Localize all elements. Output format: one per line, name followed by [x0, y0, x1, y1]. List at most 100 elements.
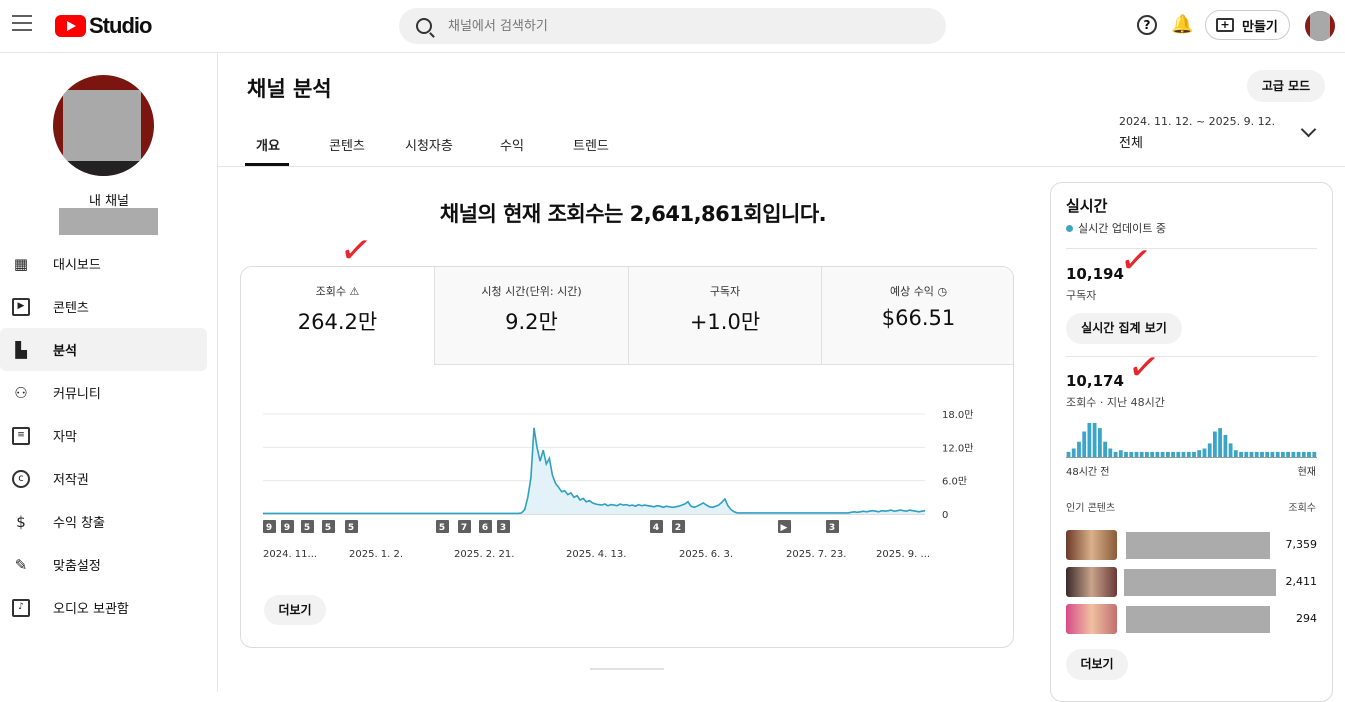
metric-revenue[interactable]: 예상 수익 ◷ $66.51 — [821, 267, 1013, 365]
video-publish-marker[interactable]: 7 — [458, 520, 471, 533]
search-input[interactable] — [448, 18, 848, 34]
video-thumbnail — [1066, 567, 1117, 597]
create-button[interactable]: + 만들기 — [1205, 10, 1290, 40]
video-publish-marker[interactable]: 3 — [497, 520, 510, 533]
channel-avatar[interactable] — [53, 75, 154, 176]
sidebar-item-content[interactable]: ▶ 콘텐츠 — [0, 285, 207, 328]
content-icon: ▶ — [12, 297, 30, 316]
metric-value: $66.51 — [881, 306, 956, 330]
svg-text:▶: ▶ — [781, 523, 788, 533]
realtime-bar — [1260, 451, 1264, 457]
notifications-bell-icon[interactable]: 🔔 — [1171, 14, 1193, 36]
video-publish-marker[interactable]: 9 — [281, 520, 294, 533]
svg-text:7: 7 — [461, 523, 467, 533]
sidebar-item-label: 맞춤설정 — [53, 559, 101, 574]
top-content-row[interactable]: 7,359 — [1066, 530, 1317, 560]
checkmark-annotation: ✓ — [337, 225, 375, 275]
tab-revenue[interactable]: 수익 — [500, 135, 524, 154]
account-avatar[interactable] — [1305, 11, 1335, 41]
realtime-bar — [1228, 443, 1233, 457]
svg-text:4: 4 — [653, 523, 659, 533]
help-icon[interactable]: ? — [1137, 15, 1157, 35]
sidebar-item-monetization[interactable]: $ 수익 창출 — [0, 500, 207, 543]
sidebar-item-label: 분석 — [53, 344, 77, 359]
create-label: 만들기 — [1242, 19, 1278, 35]
views-chart[interactable]: 18.0만 12.0만 6.0만 0 9 9 5 5 5 5 7 6 3 4 2 ▶ 3 2024. 11... 2… — [241, 402, 1013, 572]
sidebar-item-copyright[interactable]: c 저작권 — [0, 457, 207, 500]
realtime-bar — [1254, 451, 1259, 457]
realtime-48h-bar-chart[interactable] — [1066, 419, 1317, 459]
metric-value: +1.0만 — [689, 310, 761, 334]
top-content-row[interactable]: 294 — [1066, 604, 1317, 634]
metric-watch-time[interactable]: 시청 시간(단위: 시간) 9.2만 — [434, 267, 628, 365]
realtime-bar — [1118, 450, 1123, 457]
sidebar: 내 채널 ▦ 대시보드 ▶ 콘텐츠 ▙ 분석 ⚇ 커뮤니티 ≡ 자막 c 저작권… — [0, 53, 218, 692]
realtime-bar — [1071, 448, 1076, 457]
metric-label: 조회수 — [315, 285, 346, 298]
dollar-icon: $ — [16, 512, 26, 531]
tab-overview[interactable]: 개요 — [256, 135, 280, 154]
realtime-bar — [1176, 451, 1181, 457]
audio-library-icon: ♪ — [12, 598, 30, 617]
views-chart-svg: 18.0만 12.0만 6.0만 0 9 9 5 5 5 5 7 6 3 4 2 ▶ 3 2024. 11... 2… — [263, 409, 973, 560]
video-publish-marker[interactable]: 4 — [650, 520, 663, 533]
realtime-live-indicator: 실시간 업데이트 중 — [1066, 220, 1166, 236]
sidebar-item-analytics[interactable]: ▙ 분석 — [0, 328, 207, 371]
realtime-bar — [1129, 451, 1134, 457]
y-tick-label: 12.0만 — [942, 442, 973, 454]
search-bar[interactable] — [399, 8, 946, 44]
video-publish-marker[interactable]: 5 — [301, 520, 314, 533]
youtube-studio-logo[interactable]: Studio — [55, 13, 152, 39]
scroll-indicator — [590, 668, 664, 670]
video-publish-marker[interactable]: 9 — [263, 520, 276, 533]
customization-icon: ✎ — [14, 555, 28, 574]
video-publish-marker[interactable]: 5 — [436, 520, 449, 533]
sidebar-item-community[interactable]: ⚇ 커뮤니티 — [0, 371, 207, 414]
video-publish-marker[interactable]: 3 — [826, 520, 839, 533]
date-range-label[interactable]: 2024. 11. 12. ~ 2025. 9. 12. — [1119, 115, 1275, 128]
x-tick-label: 2025. 7. 23. — [786, 549, 846, 560]
tab-trends[interactable]: 트렌드 — [573, 135, 609, 154]
realtime-bar — [1113, 451, 1118, 457]
tab-content[interactable]: 콘텐츠 — [329, 135, 365, 154]
video-publish-marker[interactable]: 5 — [322, 520, 335, 533]
realtime-bar — [1186, 451, 1191, 457]
sidebar-item-audio-library[interactable]: ♪ 오디오 보관함 — [0, 586, 207, 629]
top-content-row[interactable]: 2,411 — [1066, 567, 1317, 597]
svg-text:6: 6 — [482, 523, 488, 533]
tab-audience[interactable]: 시청자층 — [405, 135, 453, 154]
search-icon[interactable] — [416, 18, 432, 34]
warning-icon: ⚠ — [349, 285, 360, 298]
realtime-bar — [1066, 451, 1071, 457]
x-tick-label: 2025. 9. ... — [876, 549, 930, 560]
realtime-see-more-button[interactable]: 더보기 — [1066, 649, 1128, 680]
realtime-title: 실시간 — [1066, 197, 1108, 215]
metric-subscribers[interactable]: 구독자 +1.0만 — [628, 267, 821, 365]
video-publish-marker[interactable]: ▶ — [778, 520, 791, 533]
channel-handle-redacted — [59, 208, 158, 235]
svg-text:9: 9 — [266, 523, 272, 533]
video-publish-marker[interactable]: 2 — [672, 520, 685, 533]
sidebar-item-customization[interactable]: ✎ 맞춤설정 — [0, 543, 207, 586]
video-publish-marker[interactable]: 5 — [345, 520, 358, 533]
community-icon: ⚇ — [14, 383, 28, 402]
sidebar-item-dashboard[interactable]: ▦ 대시보드 — [0, 242, 207, 285]
view-live-count-button[interactable]: 실시간 집계 보기 — [1066, 313, 1182, 344]
see-more-button[interactable]: 더보기 — [264, 595, 326, 625]
advanced-mode-button[interactable]: 고급 모드 — [1247, 70, 1325, 102]
sidebar-item-subtitles[interactable]: ≡ 자막 — [0, 414, 207, 457]
metric-value: 9.2만 — [505, 310, 558, 334]
axis-start-label: 48시간 전 — [1066, 467, 1110, 478]
video-views: 294 — [1296, 612, 1317, 625]
top-content-views-header: 조회수 — [1288, 503, 1316, 514]
realtime-bar — [1213, 431, 1217, 457]
clock-icon: ◷ — [937, 285, 948, 298]
series-area — [263, 427, 925, 514]
menu-icon[interactable] — [12, 15, 32, 31]
date-range-value[interactable]: 전체 — [1119, 132, 1143, 151]
metric-label: 예상 수익 — [889, 285, 934, 298]
realtime-bar — [1223, 434, 1228, 457]
metric-views[interactable]: 조회수 ⚠ 264.2만 — [241, 267, 434, 365]
realtime-bar — [1155, 451, 1160, 457]
video-publish-marker[interactable]: 6 — [479, 520, 492, 533]
